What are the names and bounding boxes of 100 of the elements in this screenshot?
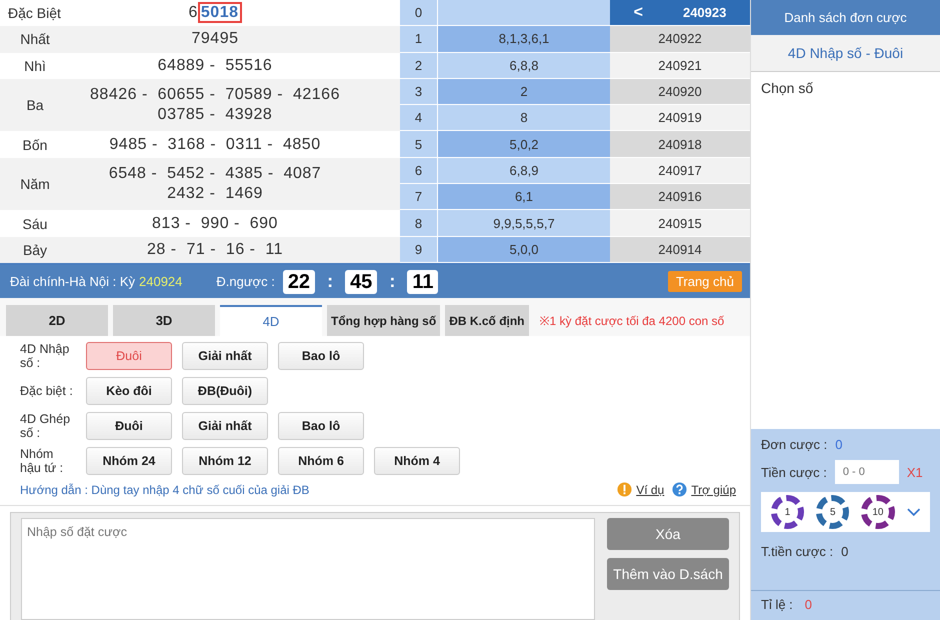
- tab[interactable]: 2D: [6, 305, 108, 336]
- table-cell: 6,8,9: [438, 158, 610, 184]
- table-cell: 240914: [610, 236, 750, 262]
- prize-label: Sáu: [22, 216, 48, 232]
- countdown-digits: 45: [345, 270, 378, 294]
- multiplier-text: X1: [906, 464, 923, 480]
- bet-type-button[interactable]: Nhóm 24: [86, 447, 172, 475]
- bet-type-button[interactable]: Bao lô: [278, 342, 364, 370]
- option-label: Nhóm hậu tứ :: [20, 447, 64, 475]
- bet-type-button[interactable]: Nhóm 6: [278, 447, 364, 475]
- prize-numbers: 88426 - 60655 - 70589 - 42166: [89, 85, 341, 106]
- table-cell: 240916: [610, 184, 750, 210]
- table-cell: 8: [400, 210, 438, 236]
- period-number: 240923: [682, 5, 726, 20]
- bet-type-button[interactable]: Giải nhất: [182, 412, 268, 440]
- table-cell: 2: [400, 52, 438, 78]
- orders-label: Đơn cược :: [761, 437, 828, 452]
- table-cell: 4: [400, 105, 438, 130]
- ratio-value: 0: [804, 597, 812, 614]
- chip-button[interactable]: 5: [816, 495, 850, 529]
- table-cell: 6,1: [438, 184, 610, 210]
- option-label: 4D Nhập số :: [20, 342, 70, 370]
- previous-button[interactable]: <: [634, 4, 643, 22]
- mode-title: 4D Nhập số - Đuôi: [751, 35, 940, 72]
- total-amount: 0: [841, 544, 848, 559]
- example-link[interactable]: Ví dụ: [636, 482, 664, 496]
- guide-text: Hướng dẫn : Dùng tay nhập 4 chữ số cuối của giải ĐB: [20, 482, 310, 496]
- panel-header: Danh sách đơn cược: [751, 0, 940, 35]
- table-cell: 0: [400, 0, 438, 26]
- chevron-down-icon[interactable]: [906, 507, 920, 517]
- table-cell: 240919: [610, 105, 750, 130]
- option-label: Đặc biệt :: [20, 384, 74, 398]
- option-label: 4D Ghép số :: [20, 412, 72, 440]
- countdown-digits: 11: [407, 270, 438, 294]
- prize-numbers: 28 - 71 - 16 - 11: [146, 240, 284, 260]
- bet-type-button[interactable]: ĐB(Đuôi): [182, 377, 268, 405]
- bet-type-button[interactable]: Nhóm 4: [374, 447, 460, 475]
- table-cell: 240922: [610, 26, 750, 52]
- table-cell: 2: [438, 78, 610, 104]
- table-cell: 6: [400, 158, 438, 184]
- table-cell: 9: [400, 236, 438, 262]
- ratio-label: Tỉ lệ :: [761, 597, 793, 614]
- help-icon: [672, 482, 688, 497]
- bet-type-button[interactable]: Nhóm 12: [182, 447, 268, 475]
- orders-count: 0: [835, 437, 842, 452]
- prize-label: Nhì: [23, 58, 47, 74]
- time-separator: :: [389, 271, 396, 292]
- table-cell: 9,9,5,5,5,7: [438, 210, 610, 236]
- table-cell: 240915: [610, 210, 750, 236]
- number-input[interactable]: Nhập số đặt cược: [21, 518, 595, 620]
- chip-button[interactable]: 10: [861, 495, 895, 529]
- total-label: T.tiền cược :: [761, 544, 834, 559]
- warning-icon: [617, 482, 632, 497]
- table-cell: 8: [438, 105, 610, 130]
- prize-label: Nhất: [19, 31, 51, 48]
- prize-numbers: 9485 - 3168 - 0311 - 4850: [108, 134, 322, 155]
- tab[interactable]: ĐB K.cố định: [445, 305, 529, 336]
- table-cell: 8,1,3,6,1: [438, 26, 610, 52]
- table-cell: 3: [400, 78, 438, 104]
- prize-numbers: 79495: [190, 29, 240, 50]
- notice-text: ※1 kỳ đặt cược tối đa 4200 con số: [540, 313, 724, 329]
- tab[interactable]: 3D: [113, 305, 215, 336]
- table-cell: 5,0,2: [438, 131, 610, 157]
- pick-label: Chọn số: [761, 80, 814, 96]
- help-link[interactable]: Trợ giúp: [691, 482, 736, 496]
- table-cell: 240921: [610, 52, 750, 78]
- table-cell: 5: [400, 131, 438, 157]
- table-cell: 1: [400, 26, 438, 52]
- prize-numbers: 64889 - 55516: [156, 56, 274, 76]
- prize-label: Bốn: [22, 136, 48, 153]
- table-cell: 5,0,0: [438, 236, 610, 262]
- countdown-digits: 22: [282, 270, 316, 294]
- table-cell: 240920: [610, 78, 750, 104]
- action-button[interactable]: Thêm vào D.sách: [607, 558, 729, 590]
- tab[interactable]: 4D: [220, 305, 322, 336]
- chip-button[interactable]: 1: [771, 495, 804, 529]
- stake-field[interactable]: 0 - 0: [834, 460, 899, 484]
- prize-label: Đặc Biệt: [7, 5, 62, 22]
- time-separator: :: [327, 271, 334, 292]
- prize-label: Ba: [25, 97, 45, 114]
- bet-type-button[interactable]: Đuôi: [86, 412, 172, 440]
- bet-type-button[interactable]: Kèo đôi: [86, 377, 172, 405]
- table-cell: 7: [400, 184, 438, 210]
- bet-type-button[interactable]: Bao lô: [278, 412, 364, 440]
- prize-numbers: 03785 - 43928: [156, 105, 274, 126]
- tab[interactable]: Tổng hợp hàng số: [327, 305, 440, 336]
- prize-numbers: 6548 - 5452 - 4385 - 4087: [108, 164, 322, 184]
- prize-label: Năm: [19, 176, 51, 192]
- table-cell: 240917: [610, 158, 750, 184]
- prize-numbers: 2432 - 1469: [166, 184, 264, 204]
- stake-label: Tiền cược :: [761, 464, 827, 480]
- table-cell: 240918: [610, 131, 750, 157]
- bet-type-button[interactable]: Giải nhất: [182, 342, 268, 370]
- countdown-label: Đ.ngược :: [216, 274, 275, 289]
- prize-numbers: 813 - 990 - 690: [151, 214, 279, 234]
- action-button[interactable]: Xóa: [607, 518, 729, 550]
- prize-label: Bảy: [22, 242, 48, 258]
- period-number: 240924: [139, 274, 182, 289]
- station-label: Đài chính-Hà Nội : Kỳ: [10, 274, 135, 289]
- table-cell: 6,8,8: [438, 52, 610, 78]
